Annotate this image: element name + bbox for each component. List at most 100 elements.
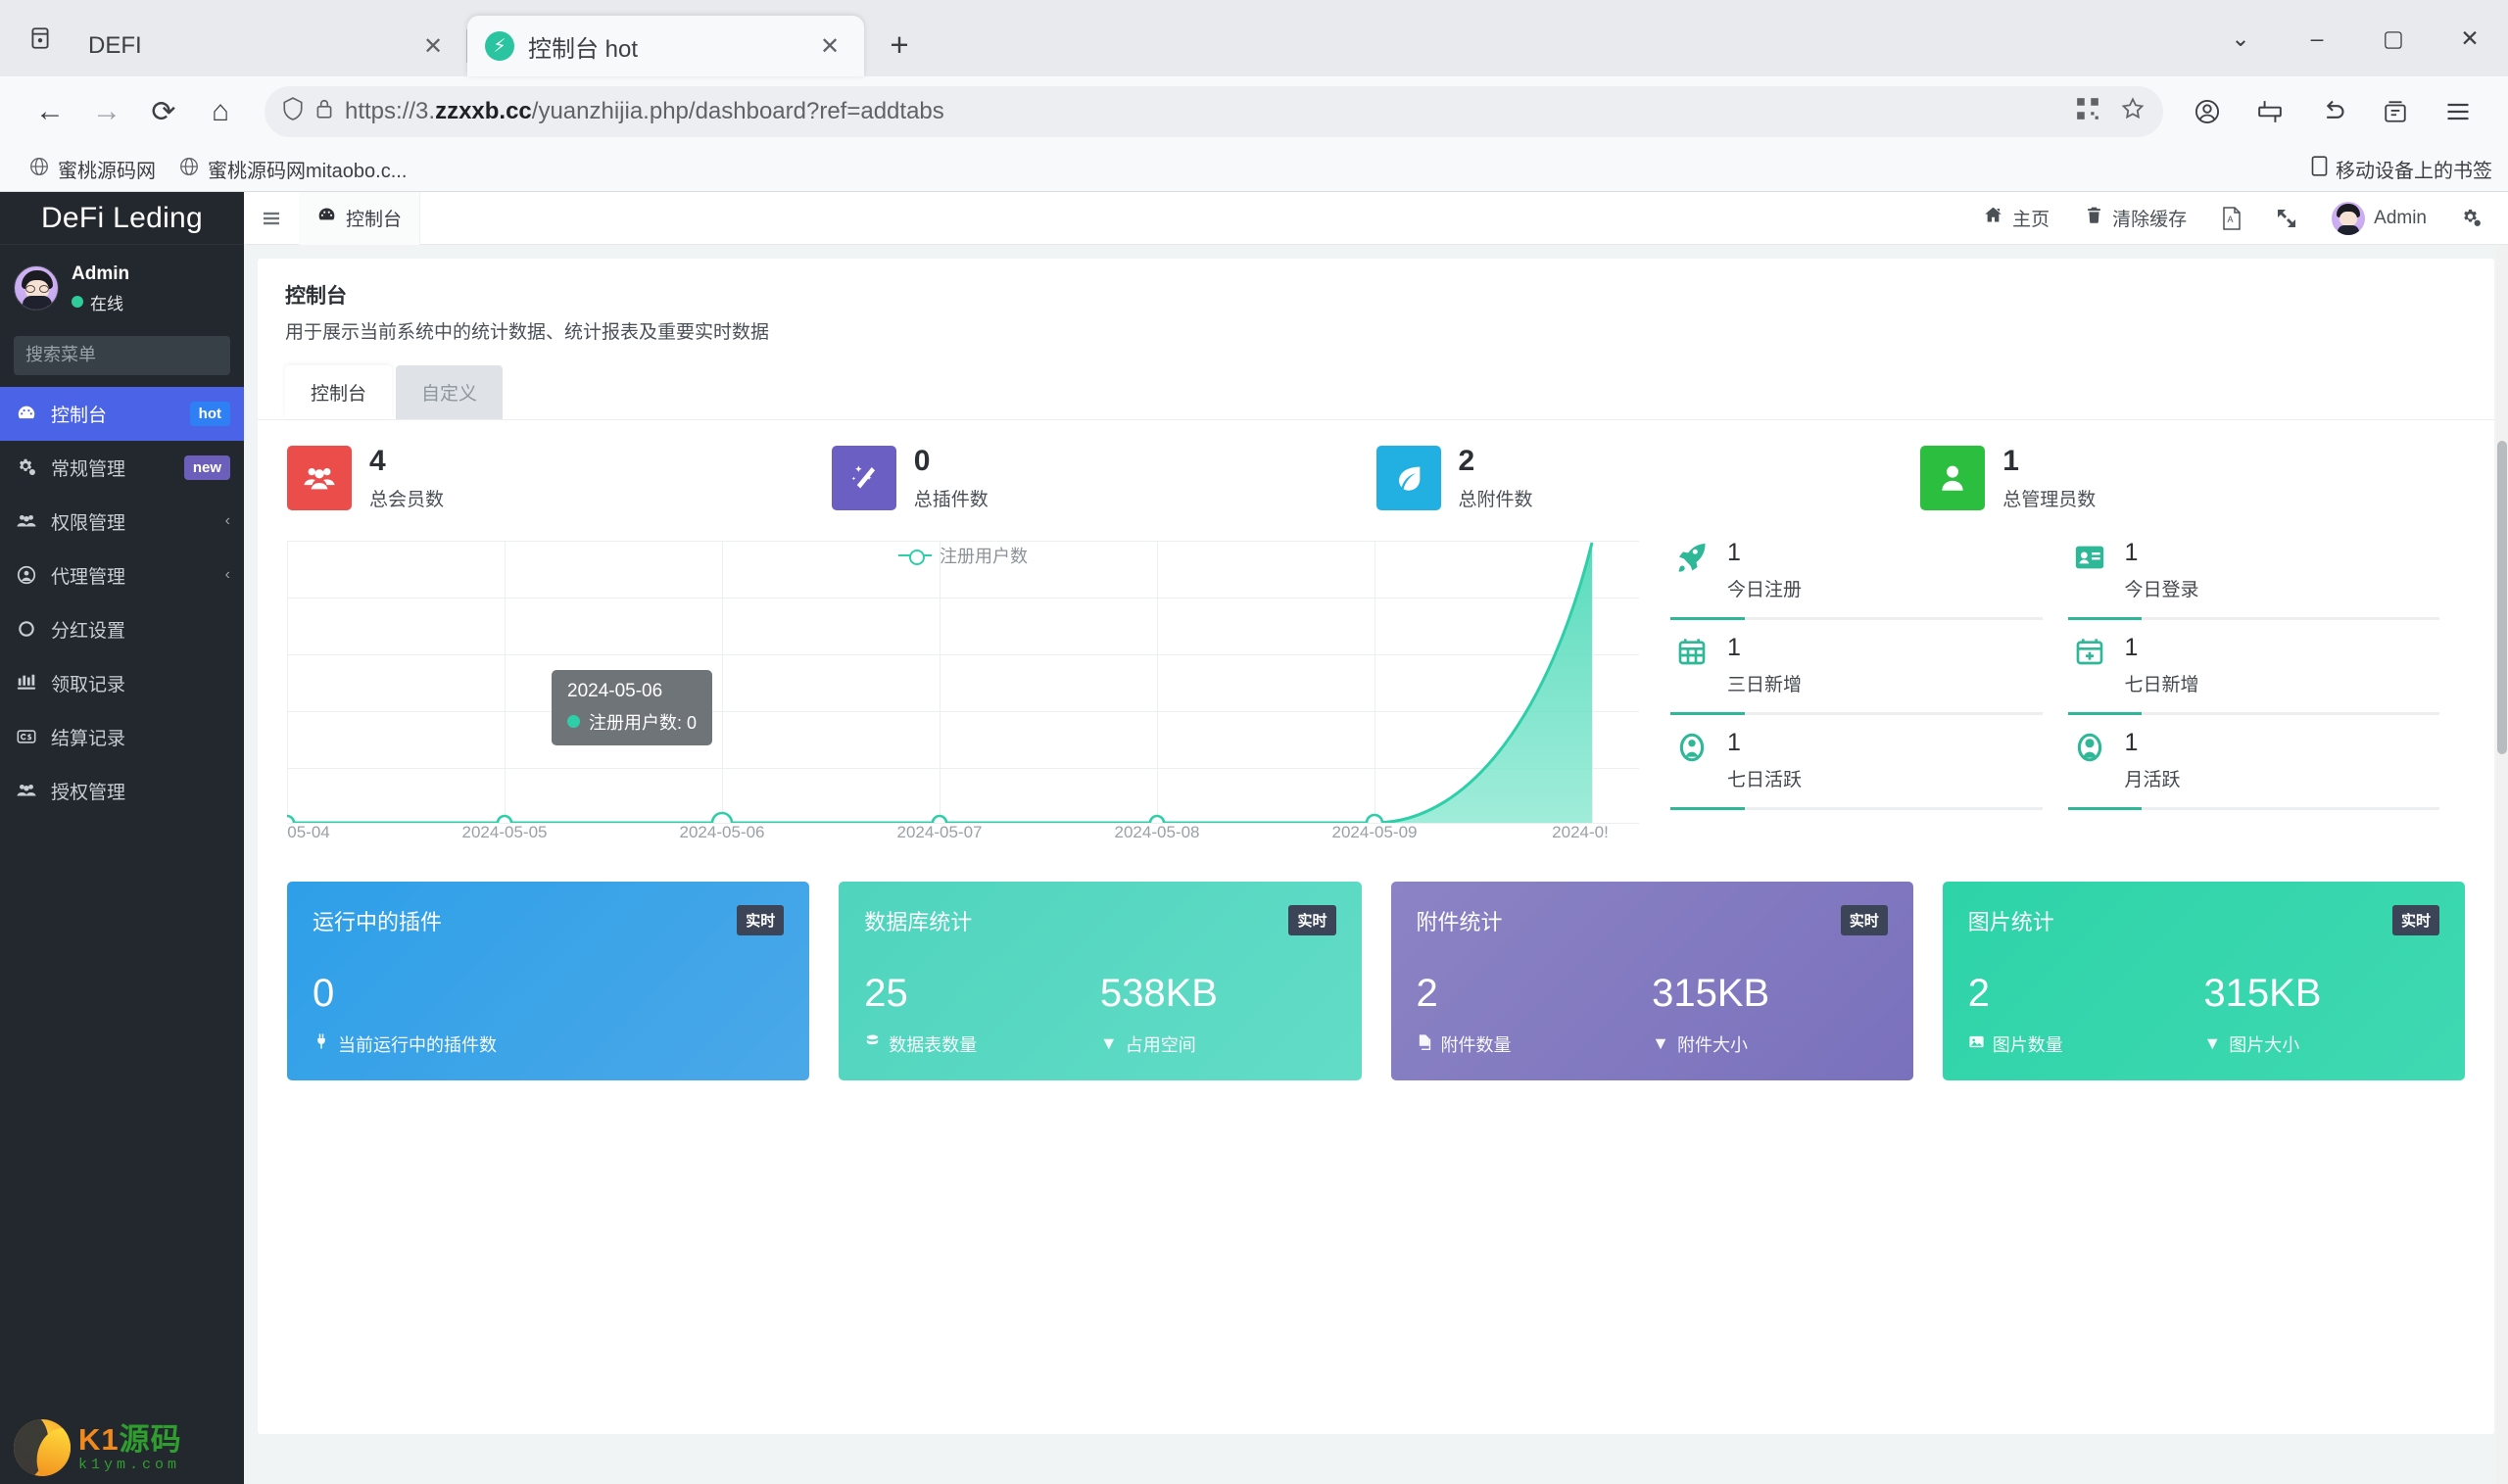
bookmark-item[interactable]: 蜜桃源码网 <box>18 155 168 183</box>
card-value: 25 <box>864 972 1100 1016</box>
mini-stat-monthly-active: 1 月活跃 <box>2068 731 2466 810</box>
database-icon <box>864 1033 881 1055</box>
globe-icon <box>29 157 49 182</box>
home-icon[interactable]: ⌂ <box>192 83 249 140</box>
star-icon[interactable] <box>2120 96 2146 128</box>
mobile-bookmarks-button[interactable]: 移动设备上的书签 <box>2311 155 2492 183</box>
menu-icon[interactable] <box>2430 83 2486 140</box>
stat-value: 0 <box>914 446 989 477</box>
card-value: 538KB <box>1100 972 1336 1016</box>
maximize-button[interactable]: ▢ <box>2355 0 2432 76</box>
hamburger-icon[interactable] <box>244 207 299 230</box>
gears-icon <box>14 456 39 478</box>
user-menu[interactable]: Admin <box>2314 192 2444 245</box>
tab-dashboard[interactable]: 控制台 <box>299 192 420 245</box>
card-value: 0 <box>313 972 784 1016</box>
sidebar-item-label: 常规管理 <box>51 455 172 481</box>
stat-label: 总管理员数 <box>2002 485 2096 511</box>
undo-icon[interactable] <box>2304 83 2361 140</box>
url-text: https://3.zzxxb.cc/yuanzhijia.php/dashbo… <box>345 98 2075 125</box>
calendar-plus-icon <box>2068 636 2111 667</box>
gear-icon[interactable] <box>2444 192 2498 245</box>
page-scrollbar[interactable] <box>2496 245 2508 1484</box>
address-bar[interactable]: https://3.zzxxb.cc/yuanzhijia.php/dashbo… <box>265 86 2163 137</box>
browser-tab-dashboard[interactable]: ⚡ 控制台 hot ✕ <box>467 16 864 76</box>
fullscreen-icon[interactable] <box>2259 192 2314 245</box>
topbar-actions: 主页 清除缓存 A <box>1965 192 2508 245</box>
close-window-button[interactable]: ✕ <box>2432 0 2508 76</box>
bookmark-item[interactable]: 蜜桃源码网mitaobo.c... <box>168 155 418 183</box>
registration-chart[interactable]: 注册用户数 2024-05-06 注册用户数: 0 <box>287 541 1639 844</box>
home-label: 主页 <box>2012 205 2050 231</box>
mini-progress-bar <box>1670 807 2043 810</box>
card-database-stats: 数据库统计 实时 25 数据表数量 <box>839 882 1361 1080</box>
mini-stat-label: 七日新增 <box>2125 670 2199 696</box>
close-icon[interactable]: ✕ <box>813 29 846 63</box>
realtime-card-row: 运行中的插件 实时 0 当前运行中的插件数 <box>287 882 2465 1080</box>
k1-logo-main: K1 <box>78 1422 120 1457</box>
mini-stat-today-register: 1 今日注册 <box>1670 541 2068 620</box>
shield-icon <box>282 97 304 127</box>
user-filled-icon <box>2068 731 2111 764</box>
back-icon[interactable]: ← <box>22 83 78 140</box>
tooltip-series: 注册用户数: 0 <box>567 709 697 735</box>
page-subtitle: 用于展示当前系统中的统计数据、统计报表及重要实时数据 <box>285 317 2467 344</box>
chart-legend[interactable]: 注册用户数 <box>287 543 1639 568</box>
minimize-button[interactable]: – <box>2279 0 2355 76</box>
legend-label: 注册用户数 <box>940 543 1028 568</box>
close-icon[interactable]: ✕ <box>416 29 450 63</box>
reload-icon[interactable]: ⟳ <box>135 83 192 140</box>
tab-list-chevron-icon[interactable]: ⌄ <box>2202 0 2279 76</box>
rocket-icon <box>1670 541 1713 576</box>
bookmark-label: 蜜桃源码网 <box>58 155 156 183</box>
tooltip-dot-icon <box>567 715 580 728</box>
qr-icon[interactable] <box>2075 96 2100 128</box>
legend-marker-icon <box>898 548 932 563</box>
mobile-icon <box>2311 156 2328 182</box>
sidebar-menu: 控制台 hot 常规管理 new 权限管理 ‹ <box>0 387 244 818</box>
status-badge: hot <box>190 402 230 426</box>
page-title: 控制台 <box>285 280 2467 310</box>
sidebar-item-dashboard[interactable]: 控制台 hot <box>0 387 244 441</box>
sidebar-user-panel[interactable]: Admin 在线 <box>0 245 244 328</box>
card-attachment-stats: 附件统计 实时 2 附件数量 <box>1391 882 1913 1080</box>
sidebar-item-authorization-management[interactable]: 授权管理 <box>0 764 244 818</box>
files-icon <box>1417 1033 1433 1055</box>
browser-toolbar-actions <box>2179 83 2486 140</box>
x-tick-label: 2024-05-05 <box>462 823 548 842</box>
language-icon[interactable]: A <box>2204 192 2259 245</box>
clear-cache-label: 清除缓存 <box>2112 205 2187 231</box>
user-name-label: Admin <box>2374 208 2427 229</box>
avatar <box>2332 202 2365 235</box>
content-area: 控制台 主页 清除缓存 <box>244 192 2508 1484</box>
sidebar-item-claim-records[interactable]: 领取记录 <box>0 656 244 710</box>
new-tab-button[interactable]: + <box>876 22 923 69</box>
leaf-icon <box>1376 446 1441 510</box>
browser-tab-defi[interactable]: DEFI ✕ <box>71 16 467 76</box>
home-button[interactable]: 主页 <box>1965 192 2067 245</box>
tab-dashboard[interactable]: 控制台 <box>285 365 392 419</box>
sidebar-item-dividend-settings[interactable]: 分红设置 <box>0 602 244 656</box>
card-title: 数据库统计 <box>864 905 972 936</box>
clear-cache-button[interactable]: 清除缓存 <box>2067 192 2204 245</box>
search-input[interactable] <box>25 345 244 365</box>
sidebar-item-agent-management[interactable]: 代理管理 ‹ <box>0 549 244 602</box>
mini-progress-bar <box>2068 617 2440 620</box>
collections-icon[interactable] <box>2367 83 2424 140</box>
stat-value: 2 <box>1459 446 1533 477</box>
sidebar-item-permission-management[interactable]: 权限管理 ‹ <box>0 495 244 549</box>
stat-value: 4 <box>369 446 444 477</box>
stat-card-attachments: 2 总附件数 <box>1376 446 1921 511</box>
tab-custom[interactable]: 自定义 <box>396 365 503 419</box>
tab-search-button[interactable] <box>10 8 71 69</box>
sidebar-item-settlement-records[interactable]: 结算记录 <box>0 710 244 764</box>
forward-icon[interactable]: → <box>78 83 135 140</box>
sidebar-item-general-management[interactable]: 常规管理 new <box>0 441 244 495</box>
account-icon[interactable] <box>2179 83 2236 140</box>
sidebar-search[interactable] <box>14 336 230 375</box>
app-logo: DeFi Leding <box>0 192 244 245</box>
card-value: 2 <box>1968 972 2204 1016</box>
mini-stat-value: 1 <box>2125 636 2199 660</box>
split-screen-icon[interactable] <box>2242 83 2298 140</box>
tab-title: 控制台 hot <box>528 29 813 64</box>
